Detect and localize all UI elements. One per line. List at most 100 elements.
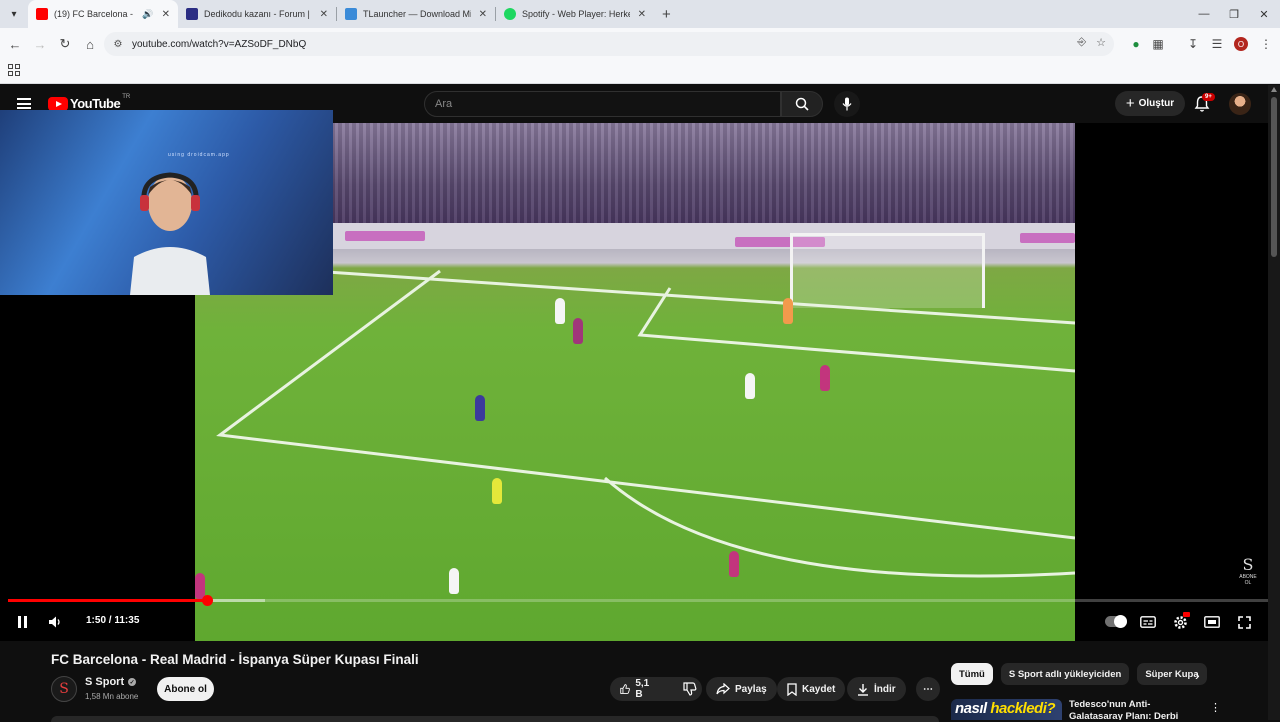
bookmark-star-icon[interactable]: ☆ <box>1096 36 1106 49</box>
close-tab-icon[interactable]: ✕ <box>479 9 487 20</box>
download-button[interactable]: İndir <box>847 677 906 701</box>
football-player <box>573 318 583 344</box>
search-button[interactable] <box>781 91 823 117</box>
account-avatar[interactable] <box>1229 93 1251 115</box>
chevron-right-icon[interactable]: › <box>1195 667 1200 683</box>
recommended-video-thumbnail[interactable]: nasıl hackledi? <box>951 699 1062 720</box>
subtitles-button[interactable] <box>1138 612 1158 632</box>
scrubber-handle[interactable] <box>202 595 214 606</box>
description-box[interactable] <box>51 716 939 722</box>
browser-menu-icon[interactable]: ⋮ <box>1256 34 1276 54</box>
save-button[interactable]: Kaydet <box>777 677 846 701</box>
channel-avatar[interactable]: S <box>51 676 77 702</box>
restore-icon[interactable]: ❐ <box>1218 0 1250 28</box>
tab-title: Dedikodu kazanı - Forum | Tran <box>204 9 312 19</box>
browser-tab-youtube[interactable]: (19) FC Barcelona - Real Madrid 🔊 ✕ <box>28 0 178 28</box>
youtube-play-logo-icon <box>48 96 68 111</box>
page-scrollbar[interactable] <box>1268 85 1280 720</box>
scroll-up-icon[interactable] <box>1271 87 1277 92</box>
football-player <box>475 395 485 421</box>
browser-tab-spotify[interactable]: Spotify - Web Player: Herkes için ✕ <box>496 0 654 28</box>
more-vertical-icon[interactable]: ⋮ <box>1210 701 1221 714</box>
browser-tab-forum[interactable]: Dedikodu kazanı - Forum | Tran ✕ <box>178 0 336 28</box>
new-tab-icon[interactable]: + <box>662 6 671 23</box>
profile-avatar[interactable]: O <box>1234 37 1248 51</box>
theater-icon <box>1204 616 1220 628</box>
progress-bar[interactable] <box>8 595 1268 606</box>
close-tab-icon[interactable]: ✕ <box>162 9 170 20</box>
like-button[interactable]: 5,1 B <box>610 677 663 701</box>
home-icon[interactable]: ⌂ <box>78 32 102 56</box>
close-window-icon[interactable]: ✕ <box>1248 0 1280 28</box>
youtube-logo[interactable]: YouTube TR <box>48 93 131 111</box>
tab-title: Spotify - Web Player: Herkes için <box>522 9 630 19</box>
share-icon <box>716 683 730 695</box>
goalkeeper <box>783 298 793 324</box>
microphone-icon <box>842 97 852 111</box>
fullscreen-button[interactable] <box>1234 612 1254 632</box>
thumbs-up-icon <box>620 684 630 694</box>
close-tab-icon[interactable]: ✕ <box>638 9 646 20</box>
theater-mode-button[interactable] <box>1202 612 1222 632</box>
settings-button[interactable] <box>1170 612 1190 632</box>
country-code: TR <box>122 93 131 100</box>
video-player[interactable]: using droidcam.app S ABONE OL 1:50 / 11:… <box>0 110 1268 641</box>
voice-search-button[interactable] <box>834 91 860 117</box>
create-button[interactable]: + Oluştur <box>1115 91 1185 116</box>
site-info-icon[interactable]: ⚙ <box>110 36 126 52</box>
download-arrow-icon <box>858 683 868 696</box>
back-icon[interactable]: ← <box>3 32 27 56</box>
extension-counter-icon[interactable]: ● <box>1126 34 1146 54</box>
address-url[interactable]: youtube.com/watch?v=AZSoDF_DNbQ <box>132 39 306 50</box>
pause-button[interactable] <box>12 612 32 632</box>
subscribe-button[interactable]: Abone ol <box>157 677 214 701</box>
forward-icon[interactable]: → <box>28 32 52 56</box>
tab-search-button[interactable]: ▾ <box>4 4 24 24</box>
autoplay-toggle[interactable] <box>1105 615 1127 628</box>
create-label: Oluştur <box>1138 98 1175 109</box>
reload-icon[interactable]: ↻ <box>53 32 77 56</box>
address-bar[interactable]: ⚙ youtube.com/watch?v=AZSoDF_DNbQ ⎆ ☆ <box>104 32 1114 56</box>
plus-icon: + <box>1125 95 1135 112</box>
mute-button[interactable] <box>45 612 65 632</box>
dislike-button[interactable] <box>673 677 707 701</box>
pause-icon <box>17 616 21 628</box>
youtube-favicon-icon <box>36 8 48 20</box>
watermark-subscribe-text: ABONE OL <box>1239 574 1257 587</box>
thumbs-down-icon <box>683 682 697 696</box>
like-dislike-group: 5,1 B <box>610 677 702 701</box>
more-actions-button[interactable]: ⋯ <box>916 677 940 701</box>
channel-name[interactable]: S Sport <box>85 676 124 688</box>
minimize-icon[interactable]: — <box>1188 0 1220 28</box>
more-horizontal-icon: ⋯ <box>923 683 933 695</box>
football-player <box>555 298 565 324</box>
extensions-puzzle-icon[interactable]: ▦ <box>1148 34 1168 54</box>
apps-grid-icon[interactable] <box>8 64 20 76</box>
captions-icon <box>1140 616 1156 628</box>
football-player <box>745 373 755 399</box>
chip-all[interactable]: Tümü <box>951 663 993 685</box>
video-title: FC Barcelona - Real Madrid - İspanya Süp… <box>51 652 419 667</box>
streamer-silhouette <box>130 172 210 295</box>
time-display: 1:50 / 11:35 <box>86 615 140 626</box>
browser-tab-tlauncher[interactable]: TLauncher — Download Minecraft ✕ <box>337 0 495 28</box>
share-button[interactable]: Paylaş <box>706 677 777 701</box>
thumbnail-text-part-b: hackledi? <box>990 700 1056 717</box>
thumbnail-text: nasıl hackledi? <box>955 700 1056 717</box>
audio-playing-icon[interactable]: 🔊 <box>142 9 153 20</box>
recommendation-filter-chips: Tümü S Sport adlı yükleyiciden Süper Kup… <box>951 663 1207 685</box>
search-input[interactable]: Ara <box>424 91 781 117</box>
close-tab-icon[interactable]: ✕ <box>320 9 328 20</box>
recommended-video-title[interactable]: Tedesco'nun Anti-Galatasaray Planı: Derb… <box>1069 699 1199 720</box>
download-icon[interactable]: ↧ <box>1183 34 1203 54</box>
install-app-icon[interactable]: ⎆ <box>1077 36 1086 49</box>
scrollbar-thumb[interactable] <box>1271 97 1277 257</box>
webcam-watermark: using droidcam.app <box>168 152 230 158</box>
guide-menu-icon[interactable] <box>17 98 31 109</box>
like-count: 5,1 B <box>635 678 650 700</box>
browser-toolbar: ← → ↻ ⌂ ⚙ youtube.com/watch?v=AZSoDF_DNb… <box>0 28 1280 60</box>
media-control-icon[interactable]: ☰ <box>1207 34 1227 54</box>
channel-name-row[interactable]: S Sport ✓ <box>85 676 137 688</box>
chip-from-uploader[interactable]: S Sport adlı yükleyiciden <box>1000 663 1130 685</box>
channel-watermark[interactable]: S ABONE OL <box>1236 555 1260 586</box>
